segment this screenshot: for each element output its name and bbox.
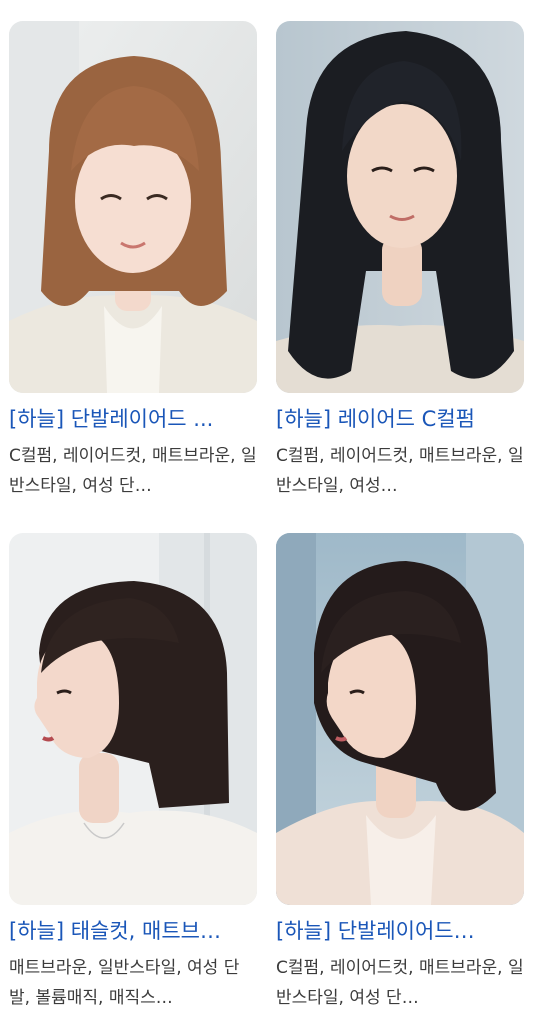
result-description: C컬펌, 레이어드컷, 매트브라운, 일반스타일, 여성 단… bbox=[276, 958, 524, 1008]
result-title[interactable]: [하늘] 태슬컷, 매트브… bbox=[9, 916, 257, 946]
result-thumbnail[interactable] bbox=[276, 533, 524, 905]
result-description: 매트브라운, 일반스타일, 여성 단발, 볼륨매직, 매직스… bbox=[9, 958, 240, 1008]
result-title[interactable]: [하늘] 단발레이어드 ... bbox=[9, 404, 257, 434]
result-card[interactable]: [하늘] 태슬컷, 매트브… 매트브라운, 일반스타일, 여성 단발, 볼륨매직… bbox=[9, 533, 257, 1013]
result-card[interactable]: [하늘] 단발레이어드… C컬펌, 레이어드컷, 매트브라운, 일반스타일, 여… bbox=[276, 533, 524, 1013]
result-title[interactable]: [하늘] 단발레이어드… bbox=[276, 916, 524, 946]
result-thumbnail[interactable] bbox=[276, 21, 524, 393]
search-results-grid: [하늘] 단발레이어드 ... C컬펌, 레이어드컷, 매트브라운, 일반스타일… bbox=[0, 0, 537, 1024]
result-thumbnail[interactable] bbox=[9, 533, 257, 905]
result-card[interactable]: [하늘] 단발레이어드 ... C컬펌, 레이어드컷, 매트브라운, 일반스타일… bbox=[9, 21, 257, 501]
result-thumbnail[interactable] bbox=[9, 21, 257, 393]
result-description: C컬펌, 레이어드컷, 매트브라운, 일반스타일, 여성… bbox=[276, 446, 524, 496]
result-title[interactable]: [하늘] 레이어드 C컬펌 bbox=[276, 404, 524, 434]
result-description: C컬펌, 레이어드컷, 매트브라운, 일반스타일, 여성 단… bbox=[9, 446, 257, 496]
result-card[interactable]: [하늘] 레이어드 C컬펌 C컬펌, 레이어드컷, 매트브라운, 일반스타일, … bbox=[276, 21, 524, 501]
